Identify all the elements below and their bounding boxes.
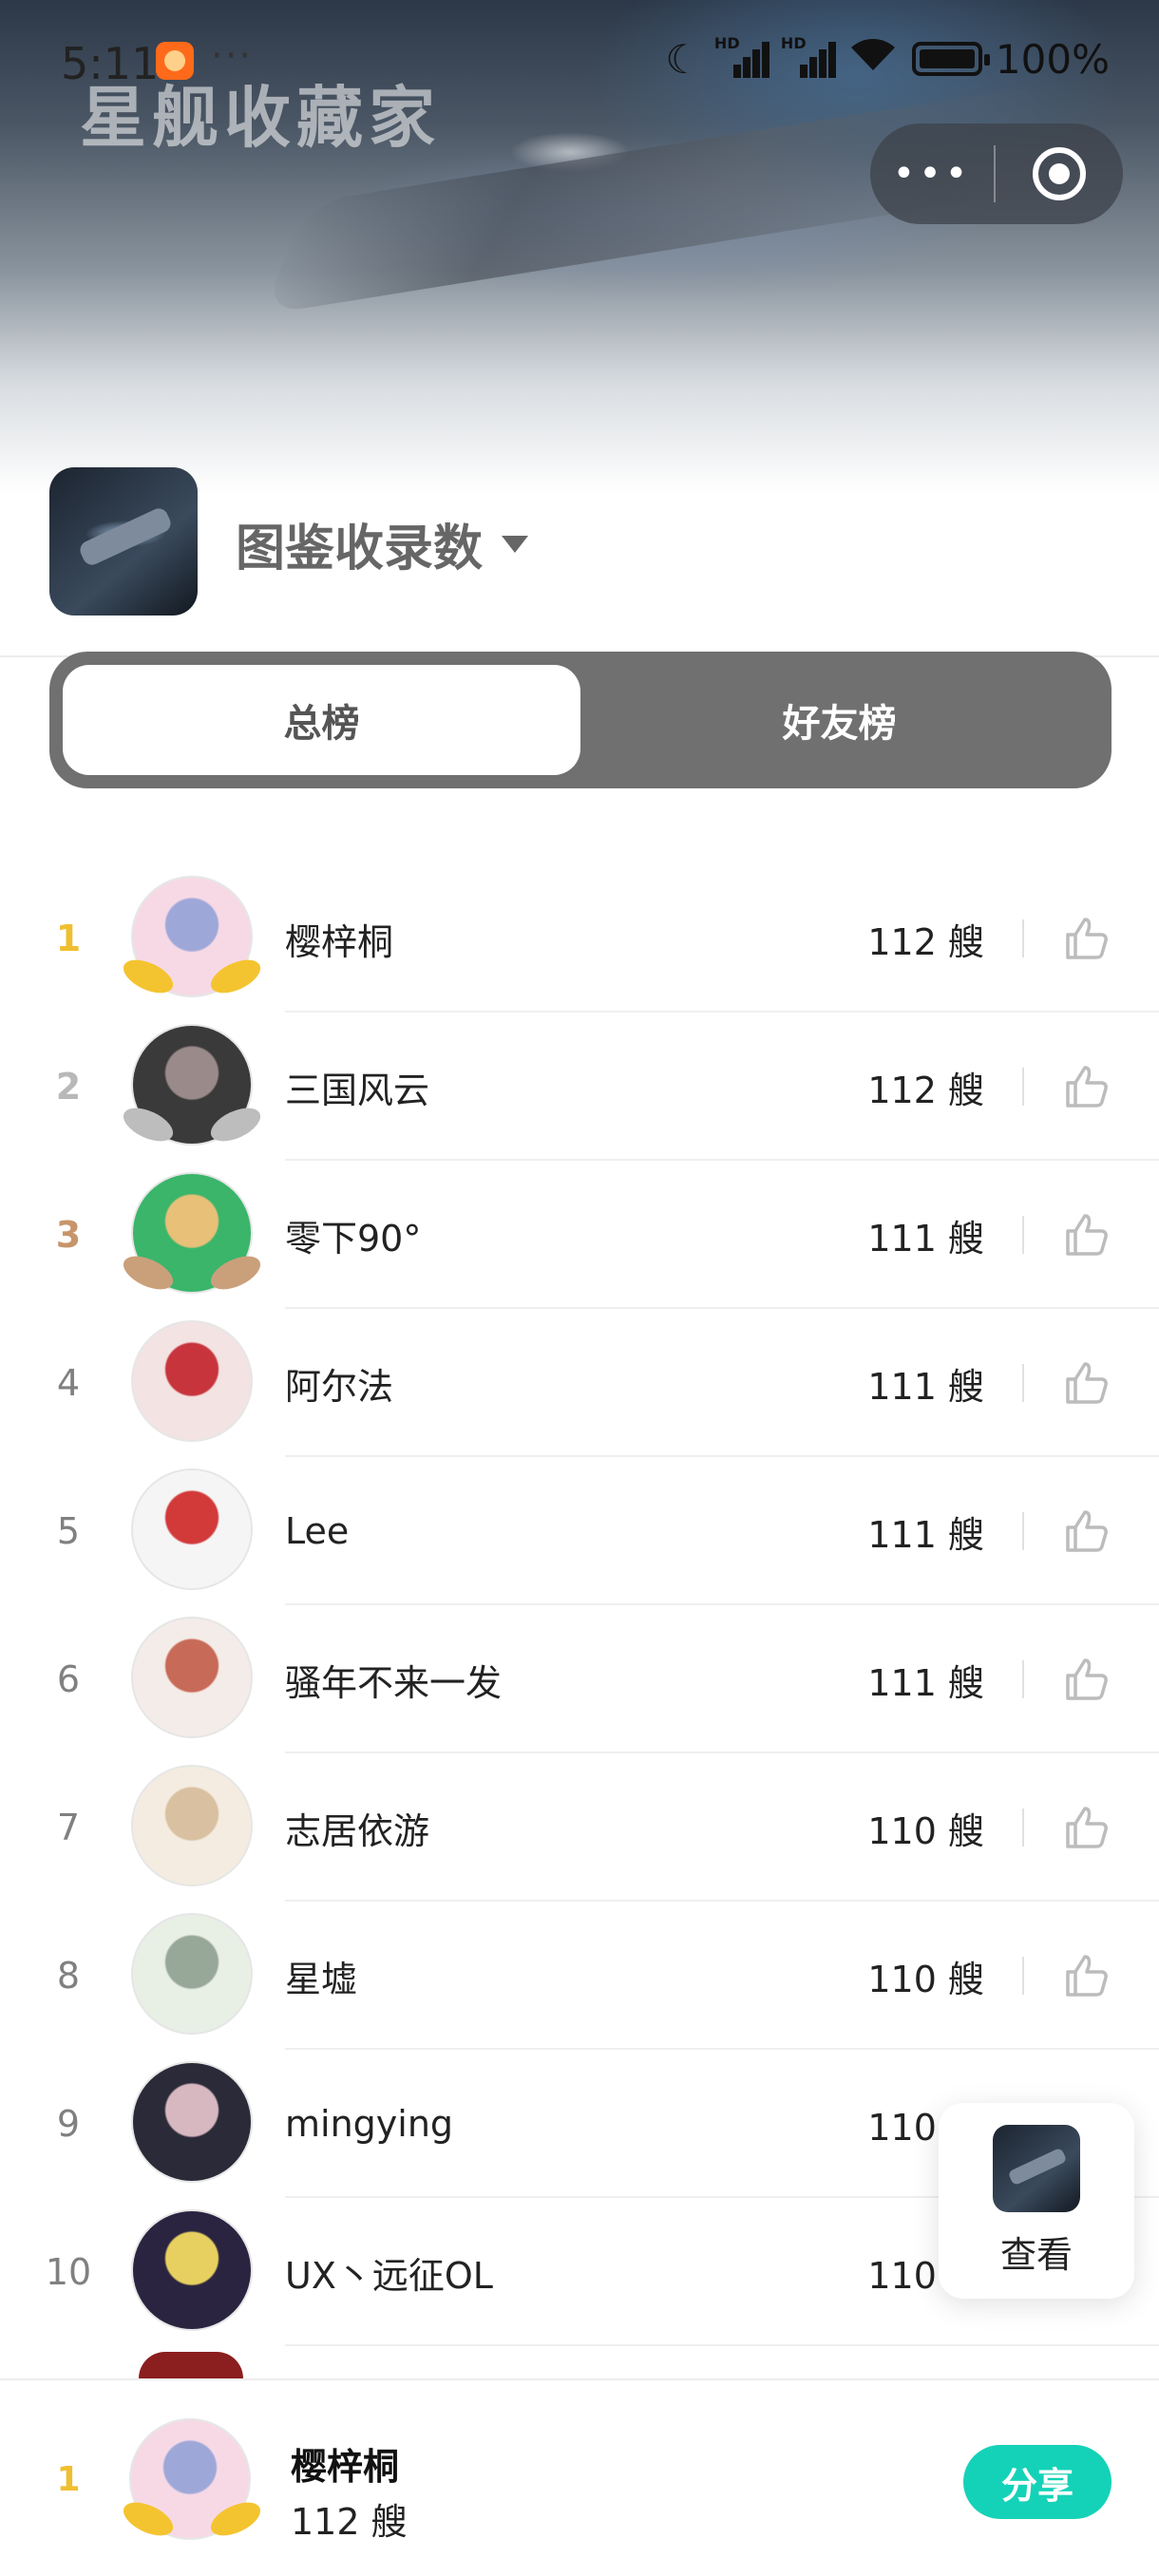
close-miniprogram-button[interactable]	[996, 147, 1123, 200]
partial-avatar	[139, 2352, 243, 2378]
metric-label: 图鉴收录数	[236, 521, 484, 578]
player-score: 112 艘	[867, 1069, 984, 1111]
target-icon	[1033, 147, 1086, 200]
player-score: 110 艘	[867, 1809, 984, 1852]
caret-down-icon	[502, 535, 529, 553]
rank-number: 4	[56, 1362, 81, 1404]
rank-number: 7	[56, 1807, 81, 1848]
wifi-icon	[847, 34, 899, 84]
player-score: 111 艘	[867, 1365, 984, 1408]
row-divider	[1022, 919, 1024, 957]
status-icons: ☾ HD HD 100%	[665, 34, 1110, 84]
my-rank-bar: 1 樱梓桐 112 艘 分享	[0, 2378, 1159, 2576]
gold-laurel-icon	[116, 959, 268, 997]
avatar[interactable]	[131, 2209, 253, 2331]
more-menu-icon[interactable]: •••	[870, 152, 994, 196]
player-score: 111 艘	[867, 1661, 984, 1704]
game-thumbnail	[49, 467, 198, 616]
app-title: 星舰收藏家	[80, 79, 441, 157]
my-score: 112 艘	[291, 2501, 408, 2543]
my-name: 樱梓桐	[291, 2446, 400, 2488]
metric-selector[interactable]: 图鉴收录数	[236, 508, 529, 579]
thumbs-up-icon[interactable]	[1060, 1505, 1113, 1558]
player-name: 志居依游	[285, 1809, 430, 1852]
player-name: 零下90°	[285, 1217, 422, 1260]
leaderboard-row[interactable]: 7 志居依游 110 艘	[0, 1753, 1159, 1902]
avatar[interactable]	[131, 1320, 253, 1442]
avatar[interactable]	[131, 1617, 253, 1738]
leaderboard-row[interactable]: 5 Lee 111 艘	[0, 1457, 1159, 1605]
battery-icon	[911, 42, 990, 76]
share-button[interactable]: 分享	[963, 2445, 1112, 2519]
bronze-laurel-icon	[116, 1256, 268, 1294]
player-name: 阿尔法	[285, 1365, 394, 1408]
row-separator	[285, 2344, 1159, 2346]
row-divider	[1022, 1512, 1024, 1550]
battery-level: 100%	[995, 35, 1110, 83]
avatar[interactable]	[131, 1913, 253, 2035]
thumbs-up-icon[interactable]	[1060, 1060, 1113, 1113]
row-divider	[1022, 1068, 1024, 1106]
gold-laurel-icon	[116, 2502, 268, 2540]
rank-number: 10	[45, 2251, 92, 2293]
row-divider	[1022, 1216, 1024, 1254]
mini-program-capsule[interactable]: •••	[870, 123, 1123, 224]
leaderboard-row[interactable]: 3 零下90° 111 艘	[0, 1161, 1159, 1309]
thumbs-up-icon[interactable]	[1060, 1208, 1113, 1261]
silver-laurel-icon	[116, 1108, 268, 1146]
my-rank: 1	[56, 2459, 81, 2499]
player-score: 111 艘	[867, 1513, 984, 1556]
thumbs-up-icon[interactable]	[1060, 1949, 1113, 2002]
rank-number: 2	[55, 1066, 82, 1108]
row-divider	[1022, 1660, 1024, 1698]
rank-number: 3	[55, 1214, 82, 1256]
thumbs-up-icon[interactable]	[1060, 1801, 1113, 1854]
player-name: mingying	[285, 2103, 454, 2145]
tab-overall[interactable]: 总榜	[63, 665, 580, 775]
player-name: 骚年不来一发	[285, 1661, 503, 1704]
thumbs-up-icon[interactable]	[1060, 1356, 1113, 1410]
view-label: 查看	[999, 2233, 1073, 2276]
player-name: 三国风云	[285, 1069, 430, 1111]
row-divider	[1022, 1957, 1024, 1995]
view-game-button[interactable]: 查看	[939, 2103, 1134, 2299]
row-divider	[1022, 1364, 1024, 1402]
moon-icon: ☾	[665, 35, 701, 83]
player-name: Lee	[285, 1510, 350, 1552]
row-divider	[1022, 1809, 1024, 1847]
player-score: 111 艘	[867, 1217, 984, 1260]
player-name: 樱梓桐	[285, 920, 394, 963]
leaderboard-row[interactable]: 6 骚年不来一发 111 艘	[0, 1605, 1159, 1753]
leaderboard-row[interactable]: 4 阿尔法 111 艘	[0, 1309, 1159, 1457]
player-score: 112 艘	[867, 920, 984, 963]
ranking-tabs: 总榜 好友榜	[49, 652, 1112, 788]
tab-friends[interactable]: 好友榜	[580, 665, 1098, 775]
player-score: 110 艘	[867, 1958, 984, 2000]
avatar[interactable]	[131, 2061, 253, 2183]
player-name: UX丶远征OL	[285, 2254, 493, 2297]
rank-number: 1	[55, 918, 82, 959]
leaderboard-row[interactable]: 8 星墟 110 艘	[0, 1902, 1159, 2050]
signal-icon: HD	[714, 34, 770, 78]
signal-icon-2: HD	[781, 34, 836, 78]
rank-number: 8	[56, 1955, 81, 1997]
player-name: 星墟	[285, 1958, 358, 2000]
avatar[interactable]	[131, 1765, 253, 1886]
game-icon	[993, 2124, 1080, 2212]
leaderboard-row[interactable]: 1 樱梓桐 112 艘	[0, 864, 1159, 1013]
leaderboard-row[interactable]: 2 三国风云 112 艘	[0, 1013, 1159, 1161]
thumbs-up-icon[interactable]	[1060, 1653, 1113, 1706]
thumbs-up-icon[interactable]	[1060, 912, 1113, 965]
rank-number: 9	[56, 2103, 81, 2145]
avatar[interactable]	[131, 1468, 253, 1590]
rank-number: 6	[56, 1658, 81, 1700]
rank-number: 5	[56, 1510, 81, 1552]
